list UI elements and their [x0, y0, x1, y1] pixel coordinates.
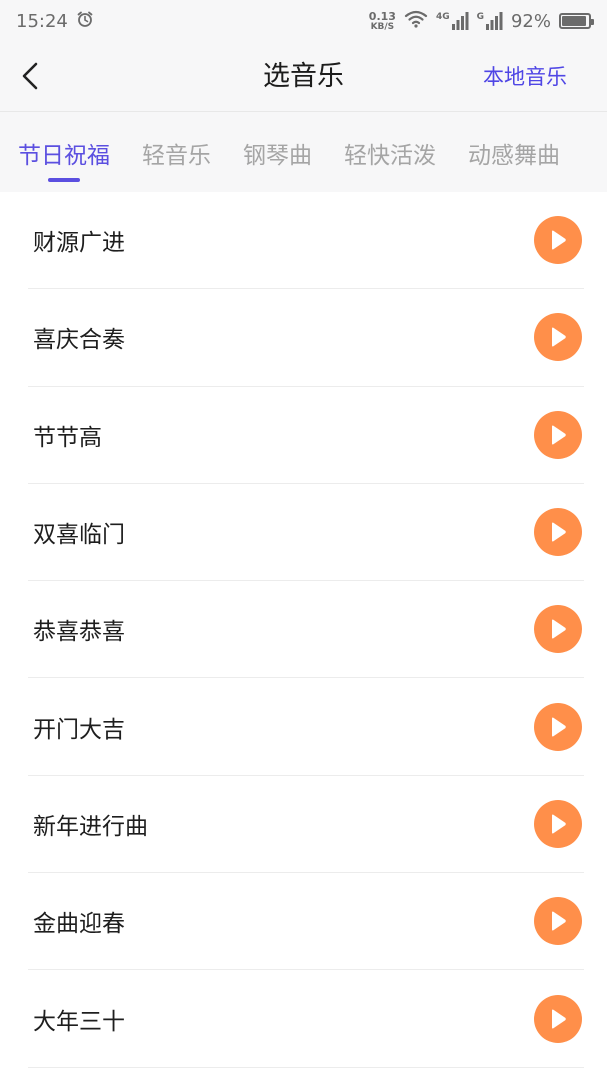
category-tabs: 节日祝福 轻音乐 钢琴曲 轻快活泼 动感舞曲: [0, 112, 607, 192]
cell-signal-icon: 4G: [436, 12, 469, 30]
status-right: 0.13 KB/S 4G G 92%: [369, 10, 594, 33]
play-button[interactable]: [534, 216, 582, 265]
battery-icon: [559, 13, 594, 29]
tab-label: 动感舞曲: [468, 143, 560, 169]
list-item[interactable]: 节节高: [28, 387, 584, 484]
tab-light-music[interactable]: 轻音乐: [142, 112, 211, 192]
play-button[interactable]: [534, 897, 582, 946]
signal-2-label: G: [476, 12, 484, 22]
wifi-icon: [404, 10, 428, 33]
list-item[interactable]: 金曲迎春: [28, 873, 584, 971]
play-icon: [552, 230, 566, 250]
song-list: 财源广进 喜庆合奏 节节高 双喜临门 恭喜恭喜 开门大吉 新年进行曲 金曲迎春 …: [28, 192, 584, 1068]
list-item[interactable]: 财源广进: [28, 192, 584, 290]
tab-label: 节日祝福: [18, 143, 110, 169]
play-button[interactable]: [534, 313, 582, 362]
status-time: 15:24: [16, 10, 68, 32]
song-title: 喜庆合奏: [33, 327, 125, 354]
cell-signal-2-icon: G: [477, 12, 503, 30]
list-item[interactable]: 新年进行曲: [28, 776, 584, 874]
battery-percent: 92%: [510, 10, 551, 32]
net-speed-value: 0.13: [368, 9, 396, 23]
play-icon: [552, 327, 566, 347]
play-button[interactable]: [534, 410, 582, 459]
play-icon: [552, 1009, 566, 1028]
local-music-button[interactable]: 本地音乐: [483, 42, 567, 112]
song-title: 财源广进: [33, 230, 125, 257]
tab-dance[interactable]: 动感舞曲: [468, 112, 560, 192]
play-button[interactable]: [534, 605, 582, 654]
list-item[interactable]: 双喜临门: [28, 484, 584, 582]
back-button[interactable]: [10, 56, 50, 96]
chevron-left-icon: [22, 62, 38, 90]
battery-fill: [562, 16, 586, 26]
play-button[interactable]: [534, 799, 582, 848]
play-icon: [552, 814, 566, 834]
tab-festival-blessing[interactable]: 节日祝福: [18, 112, 110, 192]
status-left: 15:24: [16, 10, 94, 33]
song-title: 恭喜恭喜: [33, 619, 125, 646]
song-title: 节节高: [33, 424, 102, 451]
song-title: 开门大吉: [33, 716, 125, 743]
song-title: 双喜临门: [33, 522, 125, 549]
signal-1-label: 4G: [435, 12, 450, 22]
play-icon: [552, 619, 566, 639]
play-icon: [552, 911, 566, 931]
tab-piano[interactable]: 钢琴曲: [243, 112, 312, 192]
play-button[interactable]: [534, 508, 582, 557]
list-item[interactable]: 大年三十: [28, 970, 584, 1068]
alarm-icon: [76, 10, 94, 33]
net-speed-unit: KB/S: [370, 21, 395, 32]
list-item[interactable]: 恭喜恭喜: [28, 581, 584, 679]
play-button[interactable]: [534, 994, 582, 1043]
tab-active-indicator: [48, 178, 80, 182]
tab-label: 轻音乐: [142, 143, 211, 169]
song-title: 新年进行曲: [33, 813, 148, 840]
song-title: 大年三十: [33, 1008, 125, 1035]
tab-label: 钢琴曲: [243, 143, 312, 169]
list-item[interactable]: 开门大吉: [28, 678, 584, 776]
status-bar: 15:24 0.13 KB/S 4G G 92%: [0, 0, 607, 42]
header: 选音乐 本地音乐: [0, 42, 607, 112]
play-icon: [552, 425, 566, 445]
play-icon: [552, 522, 566, 542]
list-item[interactable]: 喜庆合奏: [28, 289, 584, 387]
play-icon: [552, 717, 566, 737]
tab-lively[interactable]: 轻快活泼: [344, 112, 436, 192]
tab-label: 轻快活泼: [344, 143, 436, 169]
net-speed: 0.13 KB/S: [369, 11, 396, 32]
song-title: 金曲迎春: [33, 911, 125, 938]
play-button[interactable]: [534, 702, 582, 751]
